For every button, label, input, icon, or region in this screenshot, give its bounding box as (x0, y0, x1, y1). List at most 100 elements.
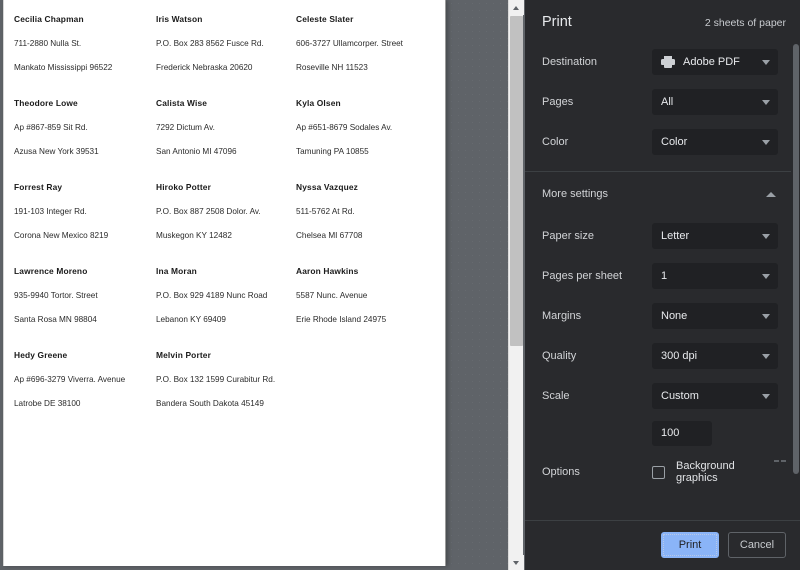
address-line-2: Azusa New York 39531 (14, 147, 99, 156)
setting-row-paper-size: Paper size Letter (525, 216, 800, 256)
address-row-spacer (10, 338, 429, 350)
quality-selected-value: 300 dpi (661, 350, 698, 362)
address-line-1: 191-103 Integer Rd. (14, 207, 87, 216)
printer-icon (661, 56, 675, 68)
setting-label-color: Color (542, 136, 569, 148)
address-name: Hedy Greene (14, 350, 68, 360)
address-line-1: 5587 Nunc. Avenue (296, 291, 368, 300)
pages-selected-value: All (661, 96, 674, 108)
chevron-down-icon (762, 100, 770, 105)
address-name: Calista Wise (156, 98, 208, 108)
address-name: Aaron Hawkins (296, 266, 359, 276)
print-settings-list: Destination Adobe PDF Pages All Color Color Mo… (525, 42, 800, 494)
destination-select[interactable]: Adobe PDF (652, 49, 778, 75)
address-line-2: Mankato Mississippi 96522 (14, 63, 113, 72)
address-name: Ina Moran (156, 266, 197, 276)
more-settings-label: More settings (542, 188, 609, 200)
address-block: Lawrence Moreno 935-9940 Tortor. Street Sa… (10, 266, 152, 338)
address-line-2: Corona New Mexico 8219 (14, 231, 109, 240)
address-line-1: Ap #651-8679 Sodales Av. (296, 123, 393, 132)
print-button[interactable]: Print (661, 532, 719, 558)
setting-row-destination: Destination Adobe PDF (525, 42, 800, 82)
address-block: Hedy Greene Ap #696-3279 Viverra. Avenue L… (10, 350, 152, 422)
address-name: Cecilia Chapman (14, 14, 84, 24)
address-line-2: Frederick Nebraska 20620 (156, 63, 253, 72)
address-line-1: Ap #867-859 Sit Rd. (14, 123, 88, 132)
pages-select[interactable]: All (652, 89, 778, 115)
address-block: Cecilia Chapman 711-2880 Nulla St. Mankato… (10, 14, 152, 86)
cancel-button[interactable]: Cancel (728, 532, 786, 558)
background-graphics-checkbox[interactable] (652, 465, 665, 479)
setting-label-pages: Pages (542, 96, 574, 108)
settings-scrollbar-thumb[interactable] (793, 44, 799, 474)
print-dialog-footer: Print Cancel (525, 520, 800, 570)
preview-scroll-down-button[interactable] (509, 555, 524, 570)
quality-select[interactable]: 300 dpi (652, 343, 778, 369)
address-block: Forrest Ray 191-103 Integer Rd. Corona New… (10, 182, 152, 254)
address-line-1: P.O. Box 929 4189 Nunc Road (156, 291, 268, 300)
background-graphics-label[interactable]: Background graphics (676, 460, 778, 484)
preview-scroll-up-button[interactable] (509, 0, 524, 15)
print-dialog-title: Print (542, 14, 572, 30)
setting-label-pages-per-sheet: Pages per sheet (542, 270, 623, 282)
address-block: Nyssa Vazquez 511-5762 At Rd. Chelsea MI 6… (292, 182, 429, 254)
address-block: Kyla Olsen Ap #651-8679 Sodales Av. Tamuni… (292, 98, 429, 170)
scale-select[interactable]: Custom (652, 383, 778, 409)
margins-select[interactable]: None (652, 303, 778, 329)
setting-label-quality: Quality (542, 350, 577, 362)
scale-percentage-input[interactable]: 100 (652, 420, 712, 446)
chevron-down-icon (762, 314, 770, 319)
address-line-2: Santa Rosa MN 98804 (14, 315, 97, 324)
pages-per-sheet-select[interactable]: 1 (652, 263, 778, 289)
address-line-2: Erie Rhode Island 24975 (296, 315, 387, 324)
address-row-spacer (10, 86, 429, 98)
print-settings-scroll-region: Destination Adobe PDF Pages All Color Color Mo… (525, 42, 800, 520)
address-name: Melvin Porter (156, 350, 212, 360)
destination-selected-value: Adobe PDF (683, 56, 740, 68)
chevron-down-icon (762, 274, 770, 279)
chevron-up-icon (766, 191, 776, 197)
address-row-spacer (10, 254, 429, 266)
address-line-2: Tamuning PA 10855 (296, 147, 369, 156)
address-name: Celeste Slater (296, 14, 354, 24)
color-select[interactable]: Color (652, 129, 778, 155)
address-block: Theodore Lowe Ap #867-859 Sit Rd. Azusa Ne… (10, 98, 152, 170)
scale-value-row: 100 (525, 416, 800, 450)
print-dialog-header: Print 2 sheets of paper (525, 0, 800, 42)
preview-scrollbar[interactable] (508, 0, 524, 570)
margins-selected-value: None (661, 310, 688, 322)
address-line-1: Ap #696-3279 Viverra. Avenue (14, 375, 126, 384)
settings-scrollbar[interactable] (791, 42, 800, 520)
resize-handle[interactable] (774, 458, 790, 462)
setting-row-scale: Scale Custom (525, 376, 800, 416)
address-line-2: Chelsea MI 67708 (296, 231, 363, 240)
setting-row-pages: Pages All (525, 82, 800, 122)
setting-row-quality: Quality 300 dpi (525, 336, 800, 376)
address-line-1: P.O. Box 132 1599 Curabitur Rd. (156, 375, 276, 384)
more-settings-toggle[interactable]: More settings (525, 172, 800, 216)
chevron-down-icon (762, 234, 770, 239)
chevron-down-icon (762, 60, 770, 65)
preview-page: Cecilia Chapman 711-2880 Nulla St. Mankato… (3, 0, 446, 566)
address-name: Nyssa Vazquez (296, 182, 359, 192)
address-name: Theodore Lowe (14, 98, 78, 108)
preview-scroll-thumb[interactable] (510, 16, 523, 346)
paper-size-selected-value: Letter (661, 230, 690, 242)
scale-selected-value: Custom (661, 390, 699, 402)
address-name: Hiroko Potter (156, 182, 211, 192)
address-name: Lawrence Moreno (14, 266, 88, 276)
options-row: Options Background graphics (525, 450, 800, 494)
address-line-1: P.O. Box 283 8562 Fusce Rd. (156, 39, 264, 48)
address-block: Melvin Porter P.O. Box 132 1599 Curabitur… (152, 350, 292, 422)
address-block: Calista Wise 7292 Dictum Av. San Antonio M… (152, 98, 292, 170)
address-line-1: 7292 Dictum Av. (156, 123, 215, 132)
address-name: Forrest Ray (14, 182, 63, 192)
print-preview-area: Cecilia Chapman 711-2880 Nulla St. Mankato… (0, 0, 525, 570)
paper-size-select[interactable]: Letter (652, 223, 778, 249)
address-name: Kyla Olsen (296, 98, 341, 108)
chevron-down-icon (762, 354, 770, 359)
chevron-down-icon (762, 394, 770, 399)
setting-row-pages-per-sheet: Pages per sheet 1 (525, 256, 800, 296)
chevron-down-icon (762, 140, 770, 145)
address-block: Aaron Hawkins 5587 Nunc. Avenue Erie Rhode… (292, 266, 429, 338)
